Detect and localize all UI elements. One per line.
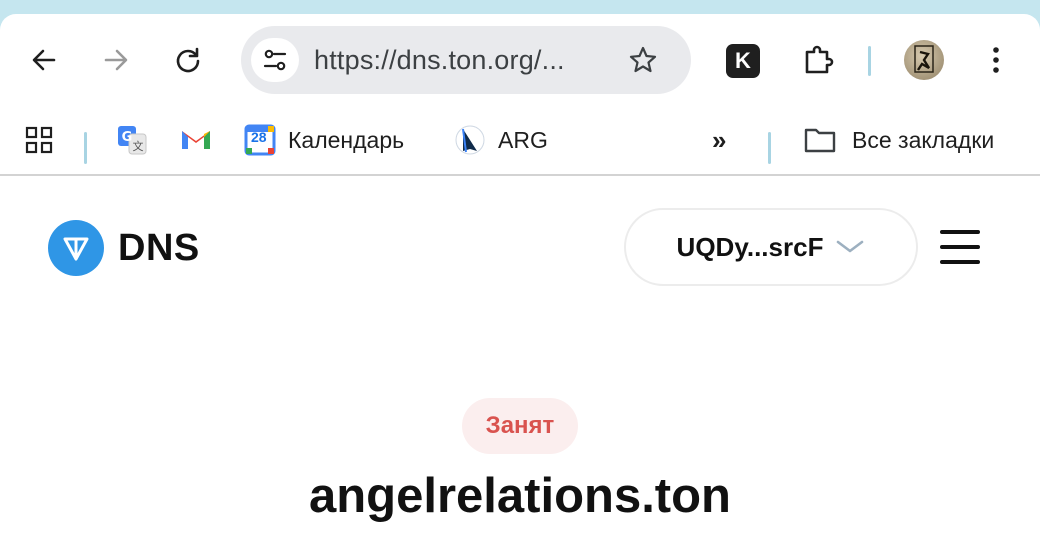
profile-avatar[interactable]: [904, 40, 944, 80]
site-info-button[interactable]: [251, 38, 299, 82]
extensions-button[interactable]: [798, 40, 838, 80]
bookmarks-divider: [84, 132, 87, 164]
more-vert-icon: [993, 47, 999, 73]
folder-icon: [804, 126, 836, 154]
gmail-icon: [180, 127, 212, 153]
menu-kebab-button[interactable]: [976, 40, 1016, 80]
status-badge: Занят: [462, 398, 578, 454]
ton-logo-icon: [48, 220, 104, 276]
bookmark-gmail[interactable]: [180, 106, 212, 174]
menu-line: [940, 245, 980, 249]
back-button[interactable]: [24, 40, 64, 80]
tune-icon: [263, 49, 287, 71]
all-bookmarks-button[interactable]: Все закладки: [804, 106, 994, 174]
web-page: DNS UQDy...srcF Занят angelrelations.ton: [0, 176, 1040, 546]
toolbar-divider: [868, 46, 871, 76]
reload-icon: [176, 47, 200, 73]
svg-text:文: 文: [133, 139, 144, 153]
svg-text:G: G: [122, 130, 133, 145]
chevron-double-right-icon: »: [712, 124, 727, 155]
bookmark-calendar[interactable]: 28 Календарь: [244, 106, 404, 174]
dns-logo[interactable]: DNS: [48, 220, 200, 276]
apps-grid-icon: [25, 126, 53, 154]
all-bookmarks-label: Все закладки: [852, 126, 995, 153]
url-text[interactable]: https://dns.ton.org/...: [314, 45, 565, 76]
apps-button[interactable]: [24, 106, 54, 174]
wallet-button[interactable]: UQDy...srcF: [624, 208, 918, 286]
arrow-right-icon: [104, 49, 128, 71]
browser-window: https://dns.ton.org/... K G 文 28 Календа…: [0, 14, 1040, 546]
extension-k-button[interactable]: K: [726, 44, 760, 78]
forward-button[interactable]: [96, 40, 136, 80]
calendar-date-text: 28: [251, 129, 267, 145]
arg-icon: [454, 124, 486, 156]
reload-button[interactable]: [168, 40, 208, 80]
bookmarks-divider: [768, 132, 771, 164]
bookmarks-bar: G 文 28 Календарь ARG » Все закладки: [0, 106, 1040, 174]
arrow-left-icon: [32, 49, 56, 71]
profile-picture-icon: [914, 45, 934, 73]
hamburger-menu-button[interactable]: [940, 228, 980, 266]
wallet-address: UQDy...srcF: [676, 231, 824, 262]
menu-line: [940, 260, 980, 264]
browser-toolbar: https://dns.ton.org/... K: [0, 14, 1040, 106]
more-bookmarks-button[interactable]: »: [712, 106, 726, 174]
address-bar[interactable]: https://dns.ton.org/...: [241, 26, 691, 94]
domain-title: angelrelations.ton: [308, 469, 731, 523]
translate-icon: G 文: [116, 124, 148, 156]
bookmark-translate[interactable]: G 文: [116, 106, 148, 174]
bookmark-label: Календарь: [288, 126, 405, 153]
bookmark-label: ARG: [498, 126, 548, 153]
star-icon: [629, 46, 657, 73]
menu-line: [940, 230, 980, 234]
k-icon: K: [735, 48, 751, 73]
chevron-down-icon: [837, 240, 864, 253]
puzzle-icon: [805, 45, 834, 74]
bookmark-arg[interactable]: ARG: [454, 106, 548, 174]
bookmark-star-button[interactable]: [625, 42, 661, 78]
logo-text: DNS: [118, 226, 200, 269]
